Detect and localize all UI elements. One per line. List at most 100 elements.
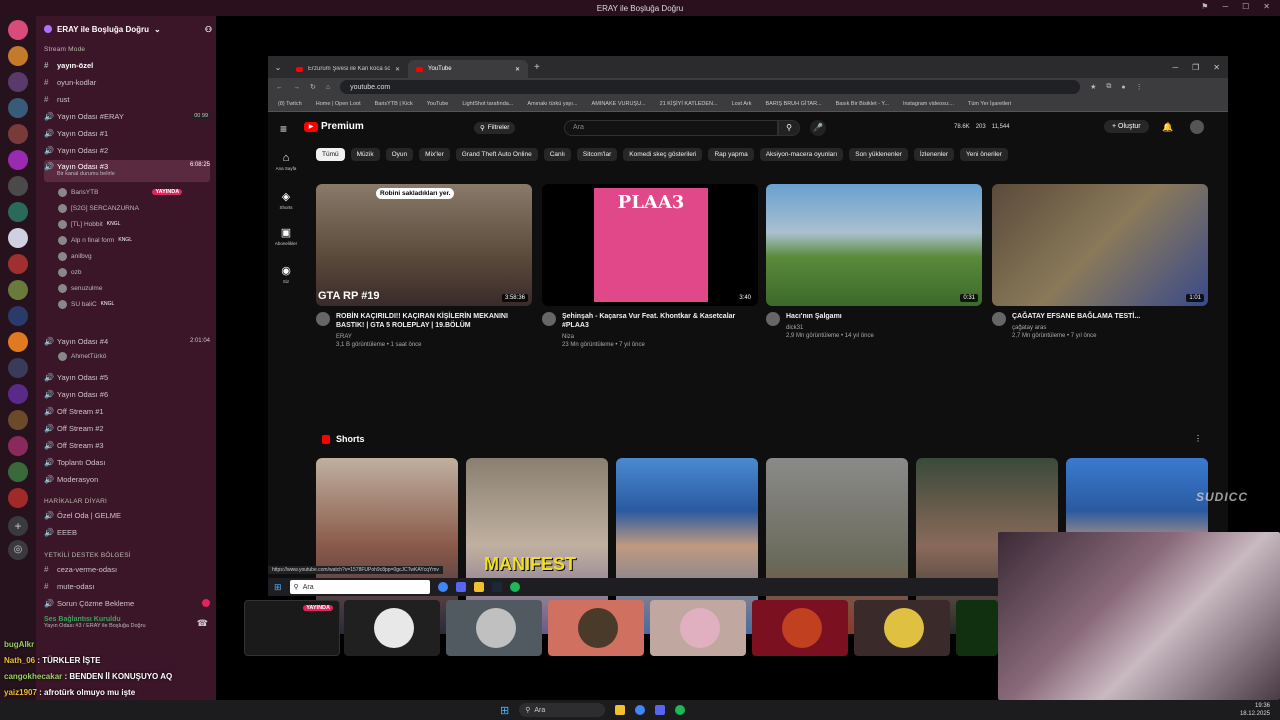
- forward-icon[interactable]: →: [293, 84, 300, 91]
- video-thumbnail[interactable]: Robini sakladıkları yer. GTA RP #19 3:58…: [316, 184, 532, 306]
- channel-sorun[interactable]: 🔊 Sorun Çözme Bekleme: [44, 596, 210, 610]
- bookmark-star-icon[interactable]: ★: [1090, 83, 1096, 91]
- mic-button[interactable]: 🎤: [810, 120, 826, 136]
- chip-2[interactable]: Oyun: [385, 148, 414, 161]
- search-button[interactable]: ⚲: [778, 120, 800, 136]
- menu-icon[interactable]: ⋮: [1136, 83, 1143, 91]
- close-button[interactable]: ✕: [1213, 63, 1220, 72]
- bookmark-item[interactable]: 21 KİŞİYİ KATLEDEN...: [660, 101, 718, 107]
- windows-start-icon[interactable]: ⊞: [274, 582, 282, 593]
- server-icon[interactable]: [8, 306, 28, 326]
- server-icon[interactable]: [8, 98, 28, 118]
- channel-yayin-odasi-eray[interactable]: 🔊 Yayın Odası #ERAY 00 99: [44, 109, 210, 123]
- folder-icon[interactable]: [615, 705, 626, 715]
- category-yetkili[interactable]: YETKİLİ DESTEK BÖLGESİ: [44, 552, 131, 559]
- category-stream-mode[interactable]: Stream Mode: [44, 46, 85, 53]
- channel-name[interactable]: Niza: [562, 333, 758, 341]
- video-title[interactable]: Hacı'nın Şalgamı: [786, 312, 874, 321]
- chip-10[interactable]: Son yüklenenler: [849, 148, 908, 161]
- voice-user[interactable]: ozb: [58, 266, 81, 278]
- chat-username[interactable]: Nath_06: [4, 656, 35, 665]
- profile-icon[interactable]: ●: [1121, 84, 1125, 91]
- stream-tile[interactable]: [344, 600, 440, 656]
- stream-tile[interactable]: [650, 600, 746, 656]
- chip-0[interactable]: Tümü: [316, 148, 345, 161]
- video-card[interactable]: PLAA3 3:40 Şehinşah - Kaçarsa Vur Feat. …: [542, 184, 758, 349]
- video-card[interactable]: 1:01 ÇAĞATAY EFSANE BAĞLAMA TESTİ... çağa…: [992, 184, 1208, 340]
- server-icon[interactable]: [8, 20, 28, 40]
- channel-toplanti[interactable]: 🔊 Toplantı Odası: [44, 455, 210, 469]
- voice-user[interactable]: [TL] Hobbit KNGL: [58, 218, 120, 230]
- chip-12[interactable]: Yeni öneriler: [960, 148, 1008, 161]
- maximize-button[interactable]: ❐: [1192, 63, 1199, 72]
- voice-user[interactable]: anilbvg: [58, 250, 92, 262]
- chip-6[interactable]: Sitcom'lar: [576, 148, 618, 161]
- category-harikalar[interactable]: HARİKALAR DİYARI: [44, 498, 107, 505]
- back-icon[interactable]: ←: [276, 84, 283, 91]
- channel-avatar[interactable]: [316, 312, 330, 326]
- close-icon[interactable]: ✕: [395, 66, 400, 73]
- voice-user[interactable]: SU baliC KNGL: [58, 298, 114, 310]
- stream-tile[interactable]: [548, 600, 644, 656]
- channel-off-stream-3[interactable]: 🔊 Off Stream #3: [44, 438, 210, 452]
- server-icon[interactable]: [8, 358, 28, 378]
- reload-icon[interactable]: ↻: [310, 83, 316, 91]
- voice-user[interactable]: [S2G] SERCANZURNA: [58, 202, 139, 214]
- server-header[interactable]: ERAY ile Boşluğa Doğru ⌄ ⚇: [44, 22, 212, 36]
- taskbar-search-input[interactable]: ⚲ Ara: [289, 580, 430, 594]
- chat-username[interactable]: bugAlkr: [4, 640, 34, 649]
- bookmark-item[interactable]: YouTube: [427, 101, 449, 107]
- server-icon[interactable]: [8, 384, 28, 404]
- video-thumbnail[interactable]: 0:31: [766, 184, 982, 306]
- channel-off-stream-2[interactable]: 🔊 Off Stream #2: [44, 421, 210, 435]
- video-card[interactable]: 0:31 Hacı'nın Şalgamı dick31 2,9 Mn görünt…: [766, 184, 982, 340]
- nav-shorts[interactable]: ◈ Shorts: [270, 190, 302, 210]
- bookmark-item[interactable]: LightShot tarafında...: [462, 101, 513, 107]
- chat-username[interactable]: cangokhecakar: [4, 672, 62, 681]
- video-thumbnail[interactable]: PLAA3 3:40: [542, 184, 758, 306]
- more-icon[interactable]: ⋮: [1194, 434, 1202, 443]
- minimize-button[interactable]: ─: [1222, 2, 1228, 11]
- filters-button[interactable]: ⚲ Filtreler: [474, 122, 516, 134]
- bookmark-item[interactable]: Amınakı türkü yayı...: [527, 101, 577, 107]
- discord-icon[interactable]: [655, 705, 666, 715]
- nav-subscriptions[interactable]: ▣ Abonelikler: [270, 226, 302, 246]
- stream-tile[interactable]: YAYINDA: [244, 600, 340, 656]
- maximize-button[interactable]: ☐: [1242, 2, 1249, 11]
- channel-name[interactable]: ERAY: [336, 333, 532, 341]
- chip-1[interactable]: Müzik: [350, 148, 380, 161]
- video-title[interactable]: ROBİN KAÇIRILDI!! KAÇIRAN KİŞİLERİN MEKA…: [336, 312, 532, 330]
- channel-ceza[interactable]: # ceza-verme-odası: [44, 562, 210, 576]
- channel-eeeb[interactable]: 🔊 EEEB: [44, 525, 210, 539]
- bookmark-item[interactable]: BarisYTB | Kick: [375, 101, 413, 107]
- video-title[interactable]: ÇAĞATAY EFSANE BAĞLAMA TESTİ...: [1012, 312, 1140, 321]
- clock[interactable]: 19:36 18.12.2025: [1240, 702, 1270, 718]
- channel-yayin-odasi-2[interactable]: 🔊 Yayın Odası #2: [44, 143, 210, 157]
- server-icon[interactable]: [8, 124, 28, 144]
- bell-icon[interactable]: 🔔: [1162, 122, 1173, 133]
- hamburger-icon[interactable]: ≡: [280, 122, 287, 136]
- chat-username[interactable]: yaiz1907: [4, 688, 37, 697]
- bookmark-item[interactable]: Lost Ark: [732, 101, 752, 107]
- tab-youtube[interactable]: YouTube ✕: [408, 60, 528, 78]
- bookmark-item[interactable]: Instagram videosu:...: [903, 101, 954, 107]
- channel-oyun-kodlar[interactable]: # oyun-kodlar: [44, 75, 210, 89]
- url-input[interactable]: youtube.com: [340, 80, 1081, 94]
- channel-yayin-odasi-3[interactable]: 🔊 Yayın Odası #3 Bir kanal durumu belirle 6…: [44, 160, 210, 182]
- tab-search-icon[interactable]: ⌄: [268, 63, 288, 72]
- stream-tile[interactable]: [854, 600, 950, 656]
- discord-icon[interactable]: [455, 582, 466, 592]
- server-icon[interactable]: [8, 488, 28, 508]
- youtube-logo[interactable]: ▶ Premium: [304, 121, 364, 132]
- channel-yayin-ozel[interactable]: # yayın-özel: [44, 58, 210, 72]
- close-button[interactable]: ✕: [1263, 2, 1270, 11]
- folder-icon[interactable]: [473, 582, 484, 592]
- voice-user[interactable]: Alp n final form KNGL: [58, 234, 132, 246]
- server-icon[interactable]: [8, 176, 28, 196]
- channel-name[interactable]: dick31: [786, 324, 874, 332]
- server-icon[interactable]: [8, 462, 28, 482]
- channel-yayin-odasi-5[interactable]: 🔊 Yayın Odası #5: [44, 370, 210, 384]
- voice-user[interactable]: BarisYTB YAYINDA: [58, 186, 183, 198]
- channel-avatar[interactable]: [542, 312, 556, 326]
- server-icon[interactable]: [8, 410, 28, 430]
